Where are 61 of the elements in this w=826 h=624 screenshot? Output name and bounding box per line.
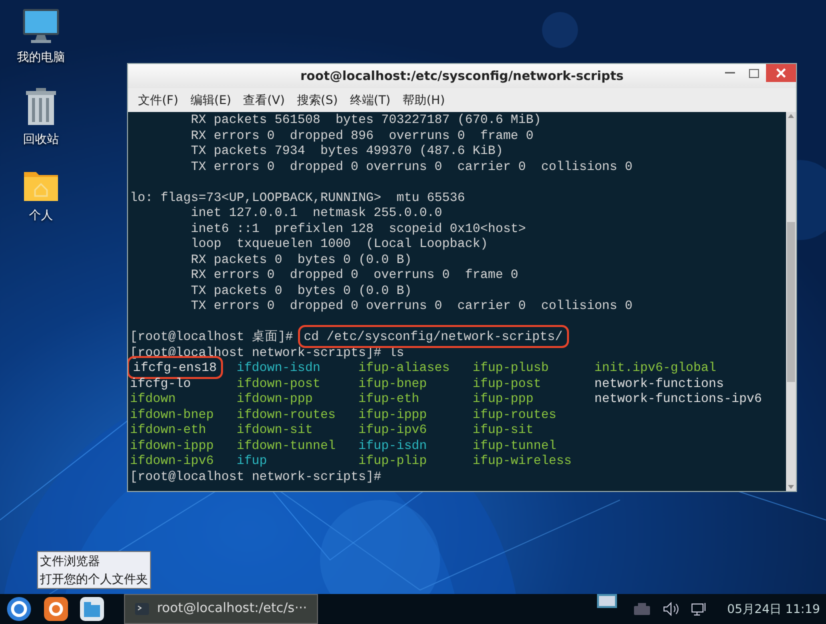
- file-name: ifup-wireless: [472, 453, 572, 468]
- file-name: ifdown-post: [236, 376, 320, 390]
- file-name: network-functions-ipv6: [594, 391, 762, 406]
- file-name: ifup-tunnel: [472, 438, 556, 452]
- window-title: root@localhost:/etc/sysconfig/network-scripts: [300, 66, 624, 85]
- file-name: ifup-ppp: [472, 391, 534, 406]
- file-name: ifcfg-lo: [130, 376, 191, 390]
- shell-command: cd /etc/sysconfig/network-scripts/: [300, 328, 566, 345]
- taskbar-window-button[interactable]: root@localhost:/etc/s···: [124, 594, 318, 624]
- terminal-output-line: inet 127.0.0.1 netmask 255.0.0.0: [190, 205, 442, 220]
- clock[interactable]: 05月24日 11:19: [727, 600, 820, 618]
- tooltip-description: 打开您的个人文件夹: [40, 571, 148, 588]
- desktop-icon-label[interactable]: 回收站: [23, 130, 59, 148]
- menu-item[interactable]: 查看(V): [237, 89, 291, 111]
- file-name: ifdown-tunnel: [236, 438, 336, 452]
- file-name: ifcfg-ens18: [130, 359, 220, 376]
- file-name: ifdown-isdn: [236, 360, 320, 375]
- file-name: ifup-sit: [472, 422, 534, 437]
- file-name: ifdown-routes: [236, 406, 336, 422]
- file-name: ifdown-ippp: [130, 438, 214, 452]
- file-name: ifdown-eth: [130, 422, 206, 437]
- tooltip-title: 文件浏览器: [40, 553, 101, 570]
- file-name: ifup-isdn: [358, 438, 427, 452]
- terminal-output-line: TX errors 0 dropped 0 overruns 0 carrier 0 collisions 0: [190, 298, 633, 313]
- file-name: ifdown-ppp: [236, 391, 313, 406]
- file-name: ifup-bnep: [358, 376, 427, 390]
- shell-prompt: [root@localhost 桌面]#: [130, 329, 294, 344]
- file-name: ifup-ippp: [358, 406, 427, 422]
- file-name: ifdown-ipv6: [130, 453, 214, 468]
- file-name: ifdown-sit: [236, 422, 313, 437]
- terminal-output-line: lo: flags=73<UP,LOOPBACK,RUNNING> mtu 65536: [130, 190, 466, 204]
- desktop-icon-label[interactable]: 我的电脑: [17, 48, 65, 66]
- terminal-output-line: inet6 ::1 prefixlen 128 scopeid 0x10<host>: [190, 220, 526, 236]
- terminal-output-line: TX packets 0 bytes 0 (0.0 B): [190, 282, 412, 298]
- menu-item[interactable]: 帮助(H): [396, 89, 451, 111]
- terminal-output-line: RX packets 0 bytes 0 (0.0 B): [190, 252, 412, 266]
- file-name: ifup-routes: [472, 406, 556, 422]
- terminal-output-line: TX packets 7934 bytes 499370 (487.6 KiB): [190, 143, 504, 158]
- terminal-output-line: RX errors 0 dropped 0 overruns 0 frame 0: [190, 267, 518, 282]
- shell-prompt: [root@localhost network-scripts]#: [130, 344, 382, 360]
- file-name: init.ipv6-global: [594, 360, 716, 375]
- file-name: ifup-eth: [358, 391, 420, 406]
- file-name: network-functions: [594, 376, 724, 390]
- file-name: ifup-plusb: [472, 360, 549, 375]
- menu-item[interactable]: 编辑(E): [184, 89, 238, 111]
- menu-item[interactable]: 文件(F): [132, 89, 184, 111]
- file-name: ifdown-bnep: [130, 406, 214, 422]
- terminal-output-line: RX errors 0 dropped 896 overruns 0 frame 0: [190, 128, 534, 142]
- file-name: ifup-aliases: [358, 360, 450, 375]
- terminal-output-line: RX packets 561508 bytes 703227187 (670.6 MiB): [190, 112, 542, 127]
- file-name: ifdown: [130, 391, 176, 406]
- desktop-icon-label[interactable]: 个人: [29, 206, 53, 224]
- file-name: ifup-plip: [358, 453, 427, 468]
- file-name: ifup-ipv6: [358, 422, 427, 437]
- terminal-output-line: TX errors 0 dropped 0 overruns 0 carrier 0 collisions 0: [190, 158, 633, 174]
- menu-item[interactable]: 终端(T): [344, 89, 396, 111]
- menu-item[interactable]: 搜索(S): [290, 89, 344, 111]
- file-name: ifup-post: [472, 376, 542, 390]
- file-name: ifup: [236, 453, 268, 468]
- terminal-output-line: loop txqueuelen 1000 (Local Loopback): [190, 236, 488, 251]
- shell-prompt: [root@localhost network-scripts]#: [130, 468, 382, 484]
